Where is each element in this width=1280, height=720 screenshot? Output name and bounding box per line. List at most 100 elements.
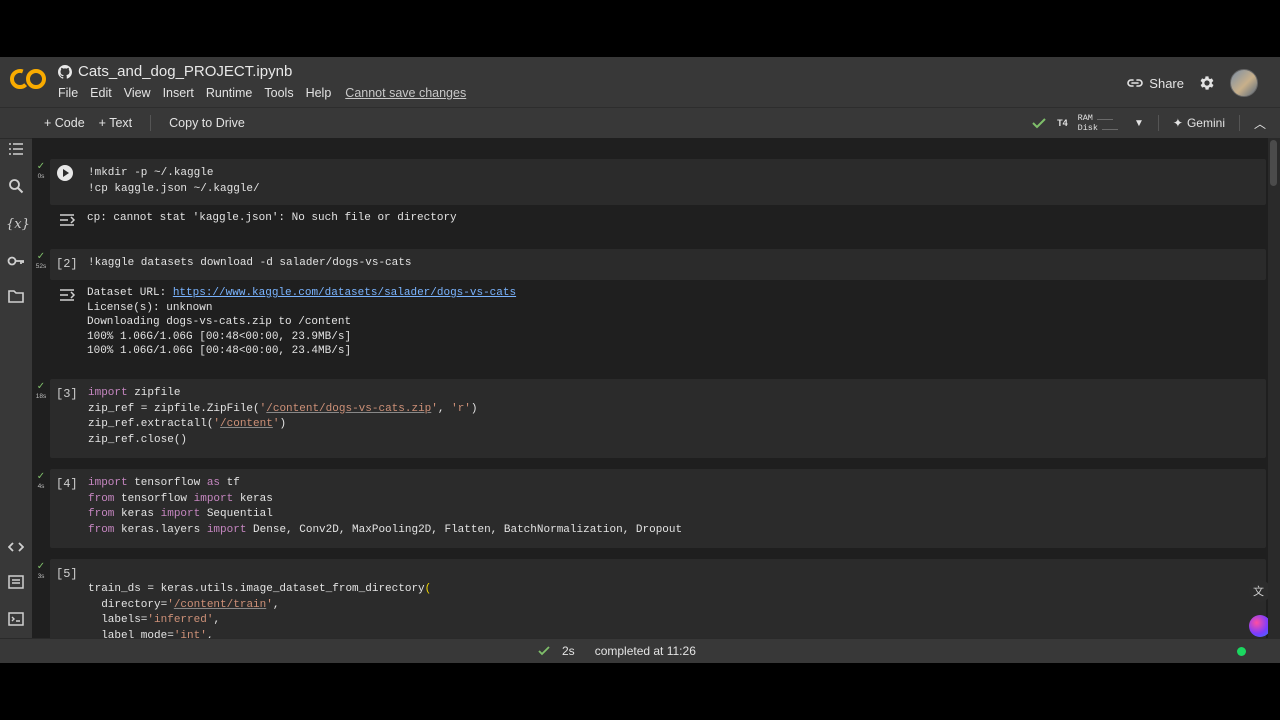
cell-status: ✓ 0s	[34, 162, 48, 181]
code-editor[interactable]: !mkdir -p ~/.kaggle !cp kaggle.json ~/.k…	[50, 159, 1266, 205]
code-cell-1[interactable]: ✓ 0s !mkdir -p ~/.kaggle !cp kaggle.json …	[37, 159, 1266, 235]
code-cell-5[interactable]: ✓ 3s [5] train_ds = keras.utils.image_dat…	[37, 559, 1266, 638]
cell-duration: 0s	[37, 173, 45, 180]
folder-icon[interactable]	[6, 288, 26, 308]
cell-duration: 52s	[35, 263, 47, 270]
share-label: Share	[1149, 75, 1184, 91]
cell-status: ✓ 3s	[34, 562, 48, 581]
toolbar-divider-right	[1157, 115, 1159, 131]
avatar[interactable]	[1230, 69, 1258, 97]
connection-status-dot	[1237, 647, 1246, 656]
menu-bar: File Edit View Insert Runtime Tools Help…	[58, 86, 466, 100]
menu-edit[interactable]: Edit	[90, 86, 112, 100]
share-button[interactable]: Share	[1127, 76, 1184, 91]
execution-count: [4]	[56, 477, 78, 491]
output-toggle-icon[interactable]	[58, 211, 76, 229]
gear-icon[interactable]	[1198, 74, 1216, 92]
left-sidebar: {x}	[0, 138, 32, 638]
menu-tools[interactable]: Tools	[264, 86, 293, 100]
colab-window: Cats_and_dog_PROJECT.ipynb File Edit Vie…	[0, 57, 1280, 663]
ram-label: RAM	[1077, 113, 1093, 123]
code-cell-2[interactable]: ✓ 52s [2] !kaggle datasets download -d sa…	[36, 249, 1266, 372]
menu-help[interactable]: Help	[306, 86, 332, 100]
toolbar-right: T4 RAM Disk ▼ ✦ Gemini ︿	[1031, 113, 1266, 133]
key-icon[interactable]	[6, 252, 26, 272]
chevron-up-icon[interactable]: ︿	[1254, 115, 1266, 132]
code-snippets-icon[interactable]	[6, 538, 26, 558]
dataset-url-link[interactable]: https://www.kaggle.com/datasets/salader/…	[173, 287, 516, 299]
copy-to-drive-button[interactable]: Copy to Drive	[169, 116, 245, 130]
cell-duration: 3s	[37, 573, 45, 580]
search-icon[interactable]	[6, 178, 26, 198]
chevron-down-icon[interactable]: ▼	[1134, 118, 1144, 129]
cell-duration: 18s	[35, 393, 47, 400]
output-label: Dataset URL:	[87, 287, 173, 299]
status-bar: 2s completed at 11:26	[0, 638, 1280, 663]
menu-runtime[interactable]: Runtime	[206, 86, 253, 100]
cell-code[interactable]: import zipfile zip_ref = zipfile.ZipFile…	[88, 386, 478, 449]
cell-status: ✓ 52s	[35, 251, 47, 271]
link-icon	[1127, 79, 1144, 87]
menu-view[interactable]: View	[124, 86, 151, 100]
cell-code[interactable]: !mkdir -p ~/.kaggle !cp kaggle.json ~/.k…	[88, 166, 260, 197]
code-editor[interactable]: [5] train_ds = keras.utils.image_dataset…	[50, 559, 1266, 638]
code-cell-4[interactable]: ✓ 4s [4] import tensorflow as tf from ten…	[37, 469, 1266, 548]
header-actions: Share	[1127, 69, 1258, 97]
cell-code[interactable]: train_ds = keras.utils.image_dataset_fro…	[88, 582, 431, 638]
code-editor[interactable]: [4] import tensorflow as tf from tensorf…	[50, 469, 1266, 548]
disk-label: Disk	[1077, 123, 1098, 133]
add-code-label: Code	[54, 116, 85, 130]
gemini-button[interactable]: ✦ Gemini	[1173, 116, 1225, 130]
code-editor[interactable]: [2] !kaggle datasets download -d salader…	[50, 249, 1266, 280]
terminal-icon[interactable]	[6, 611, 26, 631]
code-cell-3[interactable]: ✓ 18s [3] import zipfile zip_ref = zipfil…	[36, 379, 1266, 458]
execution-status[interactable]: 2s completed at 11:26	[538, 644, 696, 658]
output-log: License(s): unknown Downloading dogs-vs-…	[87, 301, 352, 358]
notebook-scrollbar[interactable]	[1268, 138, 1280, 638]
execution-count: [2]	[56, 257, 78, 271]
github-icon	[58, 64, 72, 79]
run-cell-button[interactable]	[57, 165, 73, 181]
output-toggle-icon[interactable]	[58, 286, 76, 304]
execution-count: [3]	[56, 387, 78, 401]
notebook-title[interactable]: Cats_and_dog_PROJECT.ipynb	[78, 63, 292, 80]
resource-meter[interactable]: RAM Disk	[1078, 113, 1118, 133]
code-editor[interactable]: [3] import zipfile zip_ref = zipfile.Zip…	[50, 379, 1266, 458]
notebook-title-row: Cats_and_dog_PROJECT.ipynb	[58, 63, 292, 80]
toolbar-divider	[150, 115, 152, 131]
cell-output: Dataset URL: https://www.kaggle.com/data…	[50, 280, 1266, 372]
cell-code[interactable]: !kaggle datasets download -d salader/dog…	[88, 256, 411, 272]
connected-check-icon	[1032, 118, 1046, 129]
colab-logo-icon[interactable]	[10, 66, 46, 92]
cell-status: ✓ 18s	[35, 381, 47, 401]
variables-icon[interactable]: {x}	[6, 215, 30, 235]
run-duration: 2s	[562, 644, 575, 658]
menu-insert[interactable]: Insert	[163, 86, 194, 100]
output-text: cp: cannot stat 'kaggle.json': No such f…	[87, 212, 457, 224]
cell-output: cp: cannot stat 'kaggle.json': No such f…	[50, 205, 1266, 235]
table-of-contents-icon[interactable]	[6, 141, 26, 161]
add-text-label: Text	[109, 116, 133, 130]
gemini-label: Gemini	[1186, 116, 1225, 130]
sparkle-icon: ✦	[1172, 116, 1183, 130]
cell-status: ✓ 4s	[34, 472, 48, 491]
gemini-assistant-icon[interactable]	[1249, 615, 1268, 637]
cannot-save-link[interactable]: Cannot save changes	[345, 86, 466, 100]
notebook-toolbar: + Code + Text Copy to Drive T4 RAM Disk …	[0, 107, 1280, 139]
cell-code[interactable]: import tensorflow as tf from tensorflow …	[88, 476, 682, 539]
scrollbar-thumb[interactable]	[1270, 140, 1277, 186]
add-code-button[interactable]: + Code	[44, 116, 85, 130]
cell-duration: 4s	[37, 483, 45, 490]
command-palette-icon[interactable]	[6, 574, 26, 594]
svg-text:文: 文	[1253, 584, 1264, 598]
add-text-button[interactable]: + Text	[99, 116, 132, 130]
completed-time: completed at 11:26	[594, 644, 696, 658]
translate-icon[interactable]: 文	[1249, 580, 1268, 602]
menu-file[interactable]: File	[58, 86, 78, 100]
toolbar-divider-gemini	[1238, 115, 1240, 131]
execution-count: [5]	[56, 567, 78, 581]
check-icon	[538, 646, 550, 656]
header: Cats_and_dog_PROJECT.ipynb File Edit Vie…	[0, 57, 1280, 107]
notebook-area: ✓ 0s !mkdir -p ~/.kaggle !cp kaggle.json …	[32, 138, 1268, 638]
runtime-type[interactable]: T4	[1057, 118, 1068, 128]
